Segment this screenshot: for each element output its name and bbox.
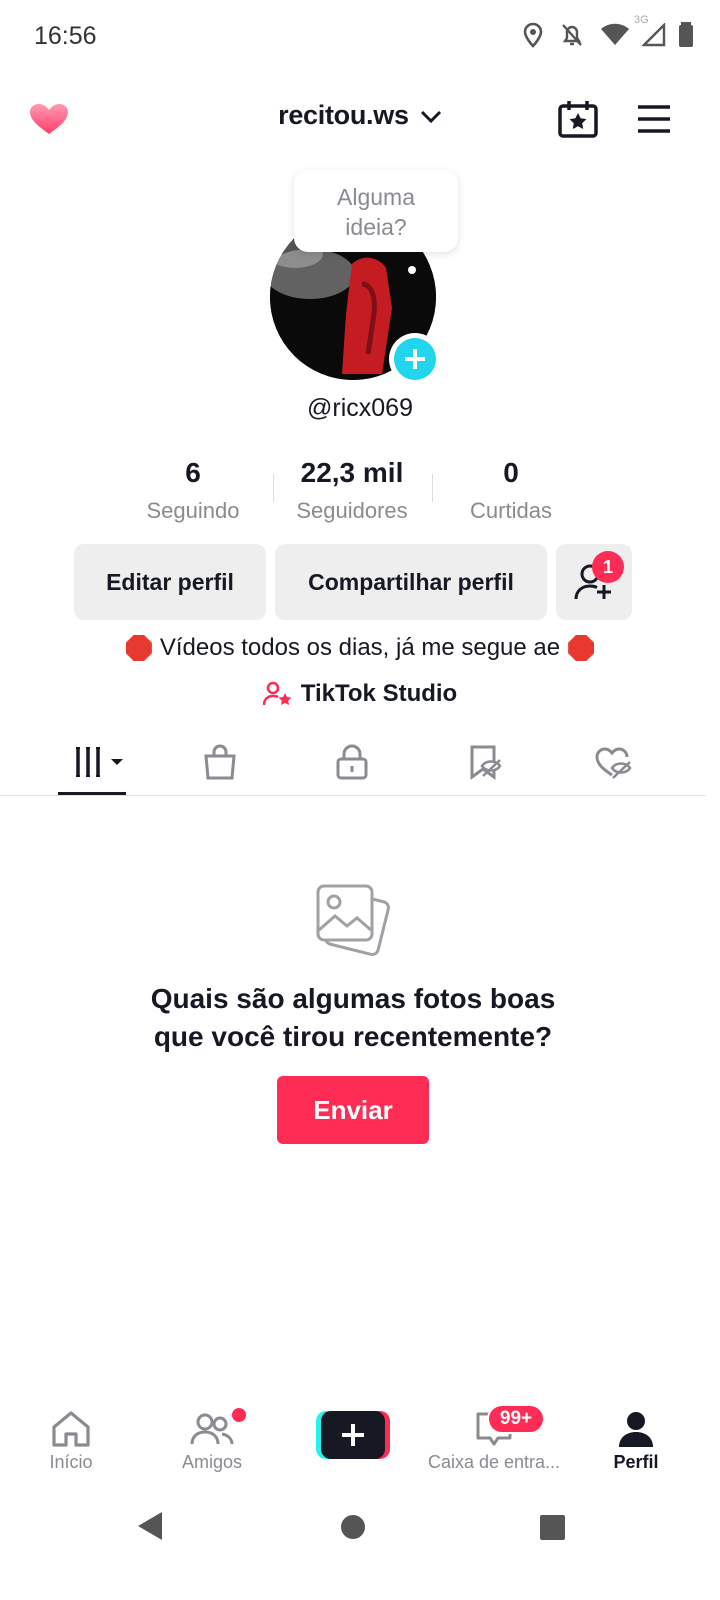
tab-private[interactable] — [322, 740, 382, 784]
tab-videos[interactable] — [66, 740, 126, 784]
heart-hidden-icon — [595, 747, 632, 779]
grid-filter-icon — [76, 747, 123, 777]
empty-state-line-2: que você tirou recentemente? — [153, 1021, 553, 1052]
battery-icon — [679, 22, 693, 47]
calendar-star-icon[interactable] — [558, 100, 598, 138]
stat-followers-value: 22,3 mil — [300, 457, 404, 488]
plus-icon — [405, 349, 425, 369]
signal-icon — [642, 23, 666, 47]
empty-state-title: Quais são algumas fotos boas que você ti… — [0, 980, 706, 1056]
bio-text: Vídeos todos os dias, já me segue ae — [159, 634, 561, 661]
recents-icon[interactable] — [539, 1514, 566, 1541]
nav-inbox-label: Caixa de entra... — [427, 1452, 561, 1472]
network-type: 3G — [634, 14, 649, 26]
nav-home-label: Início — [49, 1452, 93, 1472]
stat-likes[interactable]: 0 Curtidas — [431, 456, 591, 524]
back-icon[interactable] — [136, 1510, 166, 1542]
nav-friends-label: Amigos — [181, 1452, 243, 1472]
nav-friends[interactable]: Amigos — [142, 1410, 282, 1473]
stat-likes-value: 0 — [503, 457, 519, 488]
tab-liked[interactable] — [584, 740, 644, 784]
plus-icon — [342, 1424, 364, 1446]
create-button[interactable] — [316, 1411, 390, 1459]
empty-state-line-1: Quais são algumas fotos boas — [150, 983, 556, 1014]
stop-sign-icon — [125, 635, 152, 661]
nav-profile-label: Perfil — [613, 1452, 659, 1472]
stat-following-value: 6 — [185, 457, 201, 488]
bell-off-icon — [562, 24, 582, 46]
bookmark-hidden-icon — [470, 745, 502, 780]
stop-sign-icon — [568, 635, 595, 661]
share-profile-button[interactable]: Compartilhar perfil — [275, 544, 547, 620]
stat-following[interactable]: 6 Seguindo — [113, 456, 273, 524]
profile-handle: @ricx069 — [307, 394, 413, 422]
suggestion-tooltip[interactable]: Alguma ideia? — [294, 170, 458, 252]
inbox-badge: 99+ — [487, 1404, 545, 1434]
chevron-down-icon — [420, 110, 442, 124]
stat-followers[interactable]: 22,3 mil Seguidores — [272, 456, 432, 524]
account-switcher[interactable]: recitou.ws — [0, 100, 720, 131]
friends-notification-dot — [232, 1408, 246, 1422]
location-icon — [523, 22, 543, 48]
send-button[interactable]: Enviar — [277, 1076, 429, 1144]
tab-saved[interactable] — [456, 740, 516, 784]
tab-divider — [0, 795, 706, 796]
stat-likes-label: Curtidas — [470, 498, 552, 523]
stat-followers-label: Seguidores — [296, 498, 408, 523]
tiktok-studio-label: TikTok Studio — [300, 680, 458, 707]
profile-icon — [619, 1412, 653, 1447]
wifi-icon — [601, 23, 629, 45]
status-time: 16:56 — [34, 22, 97, 50]
creator-star-icon — [262, 681, 292, 706]
lock-icon — [336, 744, 368, 780]
stat-following-label: Seguindo — [146, 498, 240, 523]
photos-icon — [314, 882, 392, 958]
tooltip-line-1: Alguma — [337, 184, 415, 210]
nav-profile[interactable]: Perfil — [566, 1410, 706, 1473]
username: recitou.ws — [278, 100, 409, 130]
shopping-bag-icon — [204, 744, 236, 780]
nav-home[interactable]: Início — [1, 1410, 141, 1473]
tiktok-studio-link[interactable]: TikTok Studio — [0, 680, 720, 708]
friends-icon — [190, 1413, 234, 1445]
menu-icon[interactable] — [636, 104, 672, 134]
status-icons: 3G — [522, 14, 694, 48]
add-friends-button[interactable] — [556, 544, 632, 620]
bio: Vídeos todos os dias, já me segue ae — [0, 634, 720, 662]
tooltip-line-2: ideia? — [345, 214, 407, 240]
home-icon — [52, 1411, 90, 1447]
friend-request-badge: 1 — [592, 551, 624, 583]
home-system-icon[interactable] — [340, 1514, 366, 1540]
tab-shop[interactable] — [190, 740, 250, 784]
edit-profile-button[interactable]: Editar perfil — [74, 544, 266, 620]
add-avatar-button[interactable] — [389, 333, 441, 385]
